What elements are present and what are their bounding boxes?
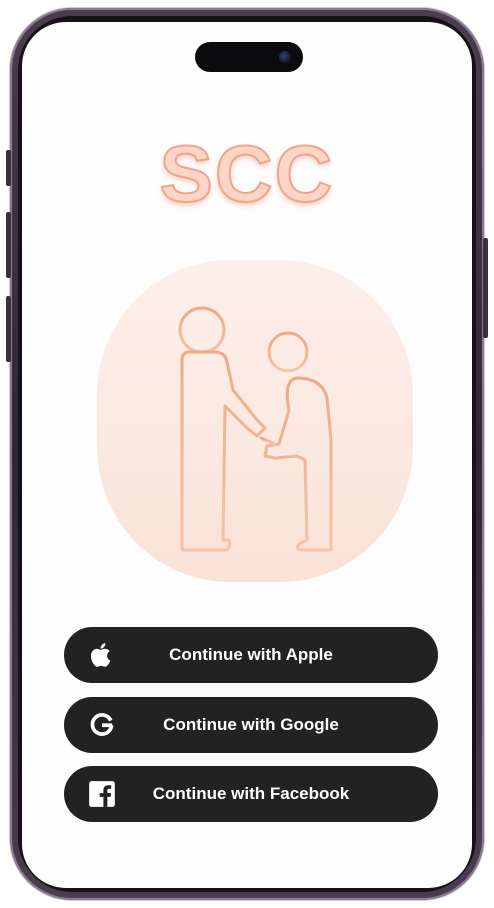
continue-with-apple-button[interactable]: Continue with Apple	[64, 627, 438, 683]
facebook-icon	[89, 781, 115, 807]
google-icon	[90, 713, 114, 736]
side-button-right	[483, 238, 488, 338]
facebook-button-label: Continue with Facebook	[152, 784, 350, 803]
apple-icon	[90, 643, 111, 667]
google-button-label: Continue with Google	[163, 715, 339, 734]
dynamic-island	[195, 42, 303, 72]
front-camera-icon	[279, 51, 291, 63]
caregiver-elderly-illustration-icon	[178, 306, 333, 554]
illustration-card	[97, 260, 413, 582]
continue-with-facebook-button[interactable]: Continue with Facebook	[64, 766, 438, 822]
continue-with-google-button[interactable]: Continue with Google	[64, 697, 438, 753]
apple-button-label: Continue with Apple	[169, 645, 333, 664]
app-screen: SCC Continue with Apple Continue with Go…	[22, 22, 472, 888]
side-button-left-2	[6, 212, 11, 278]
side-button-left-1	[6, 150, 11, 186]
app-logo: SCC	[159, 129, 335, 218]
side-button-left-3	[6, 296, 11, 362]
